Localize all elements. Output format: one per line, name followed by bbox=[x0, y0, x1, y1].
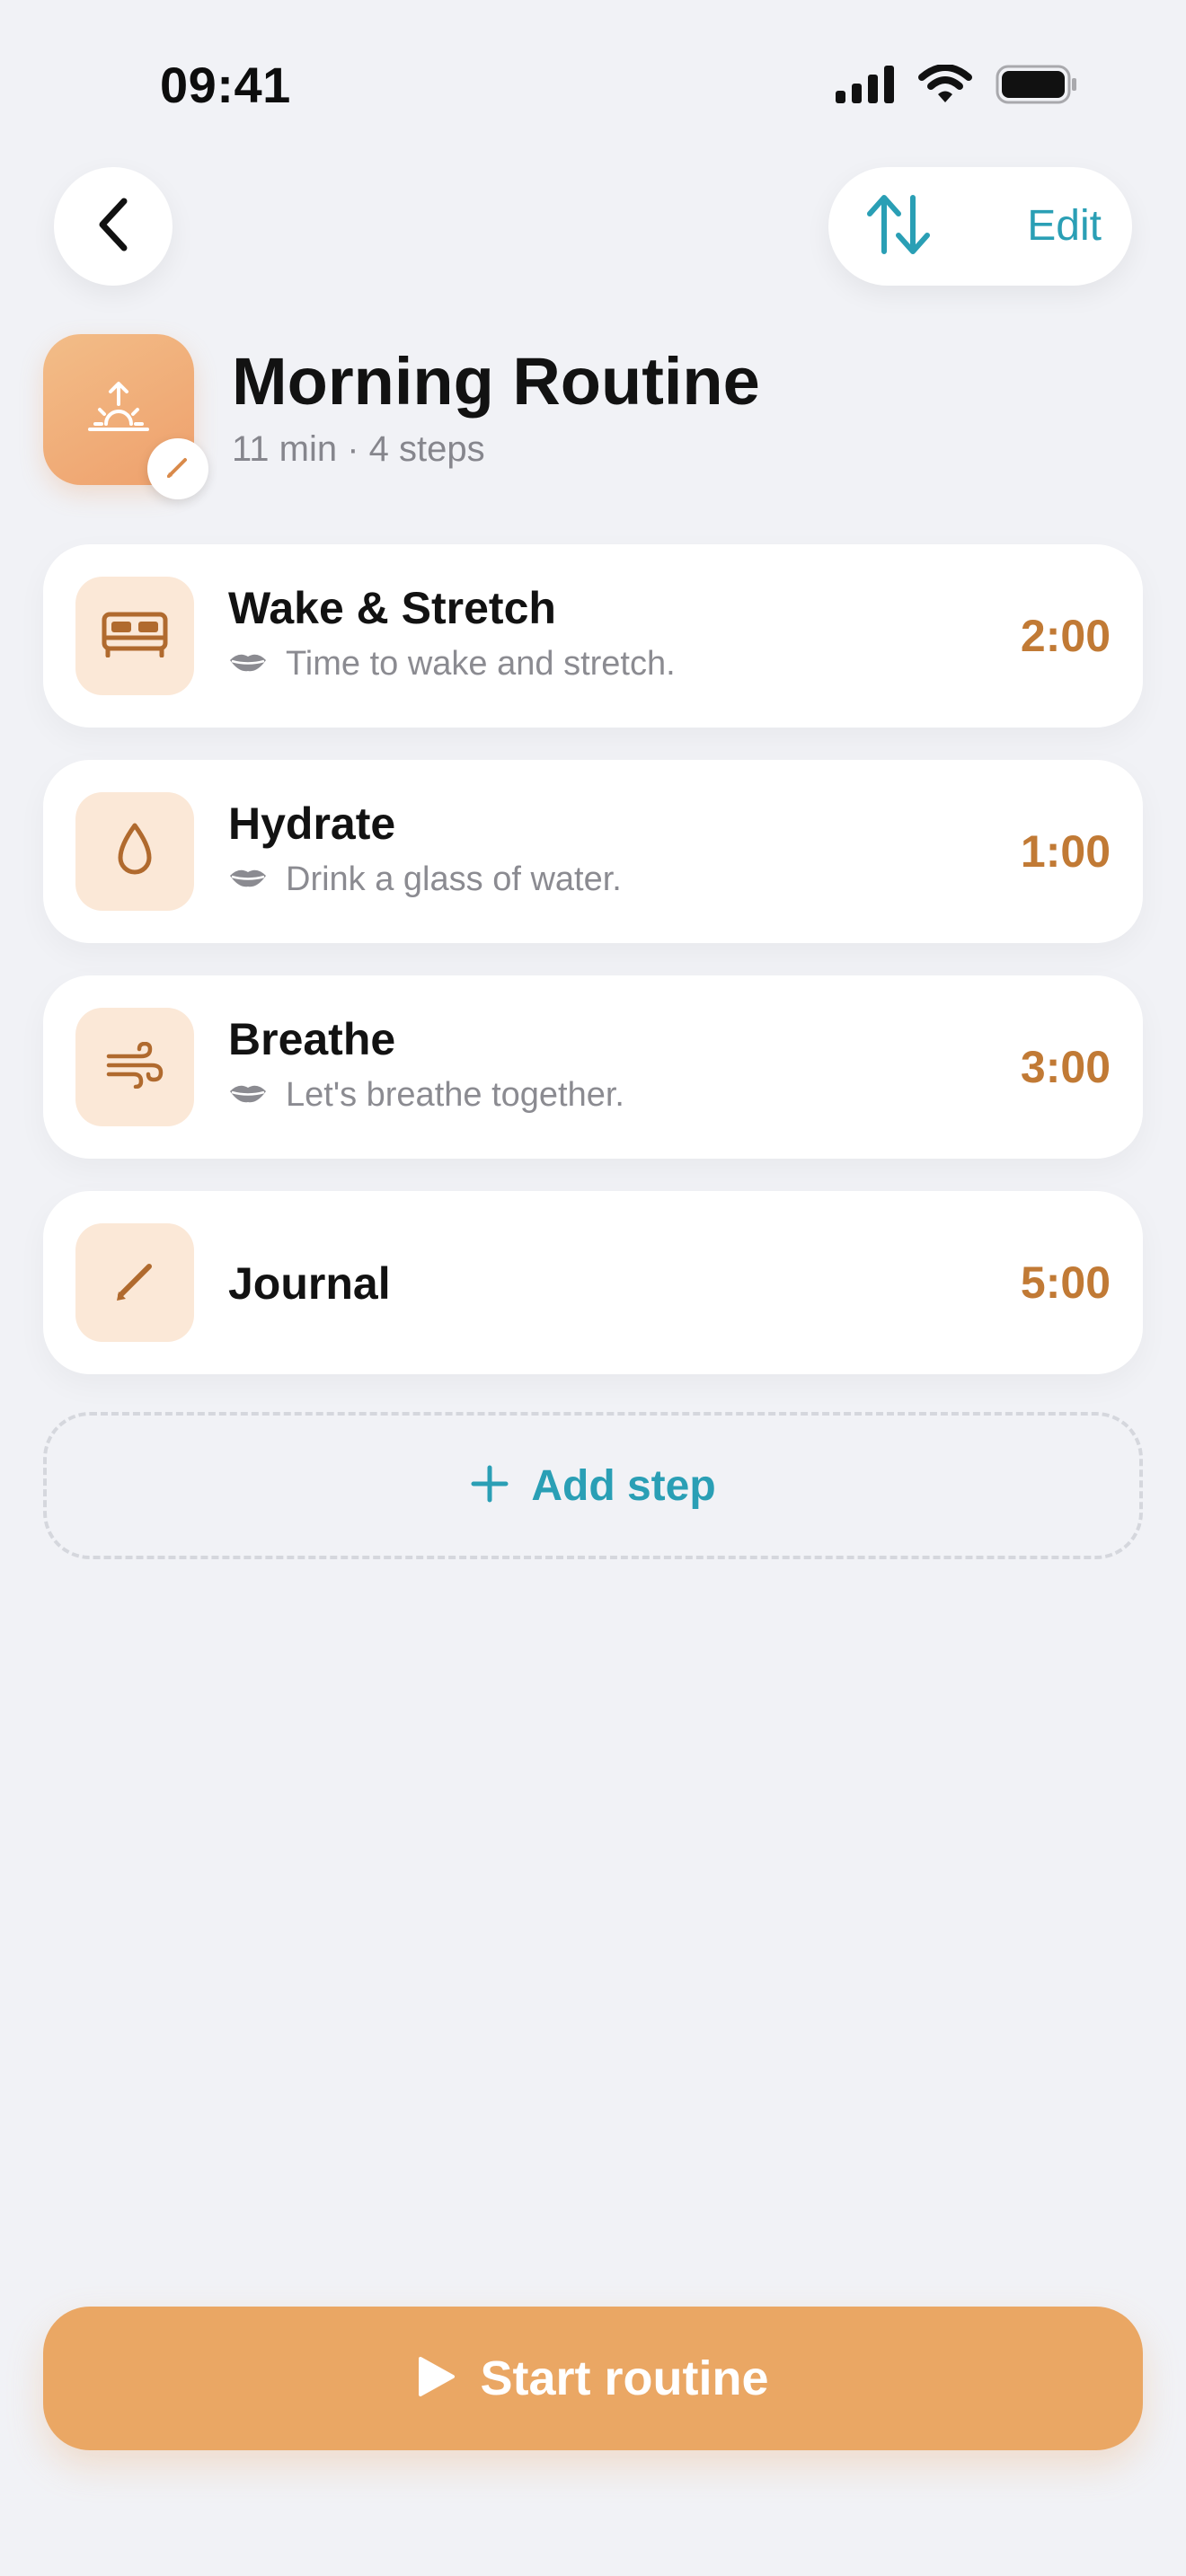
step-icon-container bbox=[75, 1223, 194, 1342]
cellular-signal-icon bbox=[836, 66, 895, 108]
status-time: 09:41 bbox=[160, 57, 291, 113]
battery-icon bbox=[996, 65, 1078, 109]
step-duration[interactable]: 1:00 bbox=[1021, 760, 1111, 943]
sunrise-icon bbox=[86, 381, 151, 439]
step-cue: Drink a glass of water. bbox=[228, 860, 622, 899]
wifi-icon bbox=[918, 64, 972, 109]
step-card-hydrate[interactable]: Hydrate Drink a glass of water. 1:00 bbox=[43, 760, 1143, 943]
plus-icon bbox=[470, 1464, 509, 1508]
routine-meta: 11 min · 4 steps bbox=[232, 429, 485, 469]
start-routine-label: Start routine bbox=[480, 2351, 769, 2405]
step-cue: Time to wake and stretch. bbox=[228, 645, 676, 684]
step-duration[interactable]: 5:00 bbox=[1021, 1191, 1111, 1374]
toolbar-pill: Edit bbox=[828, 167, 1132, 286]
step-cue-text: Let's breathe together. bbox=[286, 1076, 624, 1114]
play-icon bbox=[417, 2355, 456, 2403]
step-title: Journal bbox=[228, 1258, 391, 1309]
step-card-breathe[interactable]: Breathe Let's breathe together. 3:00 bbox=[43, 975, 1143, 1159]
step-icon-container bbox=[75, 577, 194, 695]
step-title: Breathe bbox=[228, 1014, 396, 1064]
step-card-wake-stretch[interactable]: Wake & Stretch Time to wake and stretch.… bbox=[43, 544, 1143, 728]
pencil-icon bbox=[164, 453, 192, 486]
reorder-button[interactable] bbox=[863, 194, 934, 259]
step-title: Hydrate bbox=[228, 798, 396, 849]
back-button[interactable] bbox=[54, 167, 173, 286]
step-cue: Let's breathe together. bbox=[228, 1076, 624, 1115]
step-icon-container bbox=[75, 792, 194, 911]
step-cue-text: Drink a glass of water. bbox=[286, 860, 622, 898]
reorder-arrows-icon bbox=[863, 192, 934, 261]
lips-icon bbox=[228, 651, 268, 677]
bed-icon bbox=[101, 611, 169, 662]
step-card-journal[interactable]: Journal 5:00 bbox=[43, 1191, 1143, 1374]
lips-icon bbox=[228, 1082, 268, 1108]
water-drop-icon bbox=[115, 822, 155, 882]
step-duration[interactable]: 3:00 bbox=[1021, 975, 1111, 1159]
edit-button[interactable]: Edit bbox=[1027, 167, 1102, 286]
step-cue-text: Time to wake and stretch. bbox=[286, 645, 676, 683]
status-icons bbox=[836, 64, 1078, 109]
edit-icon-badge[interactable] bbox=[147, 438, 208, 499]
pencil-icon bbox=[110, 1256, 160, 1310]
page-title: Morning Routine bbox=[232, 344, 760, 419]
lips-icon bbox=[228, 867, 268, 893]
chevron-left-icon bbox=[93, 196, 133, 258]
step-title: Wake & Stretch bbox=[228, 583, 556, 633]
step-icon-container bbox=[75, 1008, 194, 1126]
add-step-label: Add step bbox=[531, 1461, 716, 1510]
start-routine-button[interactable]: Start routine bbox=[43, 2307, 1143, 2450]
wind-icon bbox=[105, 1041, 164, 1093]
add-step-button[interactable]: Add step bbox=[43, 1412, 1143, 1559]
step-duration[interactable]: 2:00 bbox=[1021, 544, 1111, 728]
